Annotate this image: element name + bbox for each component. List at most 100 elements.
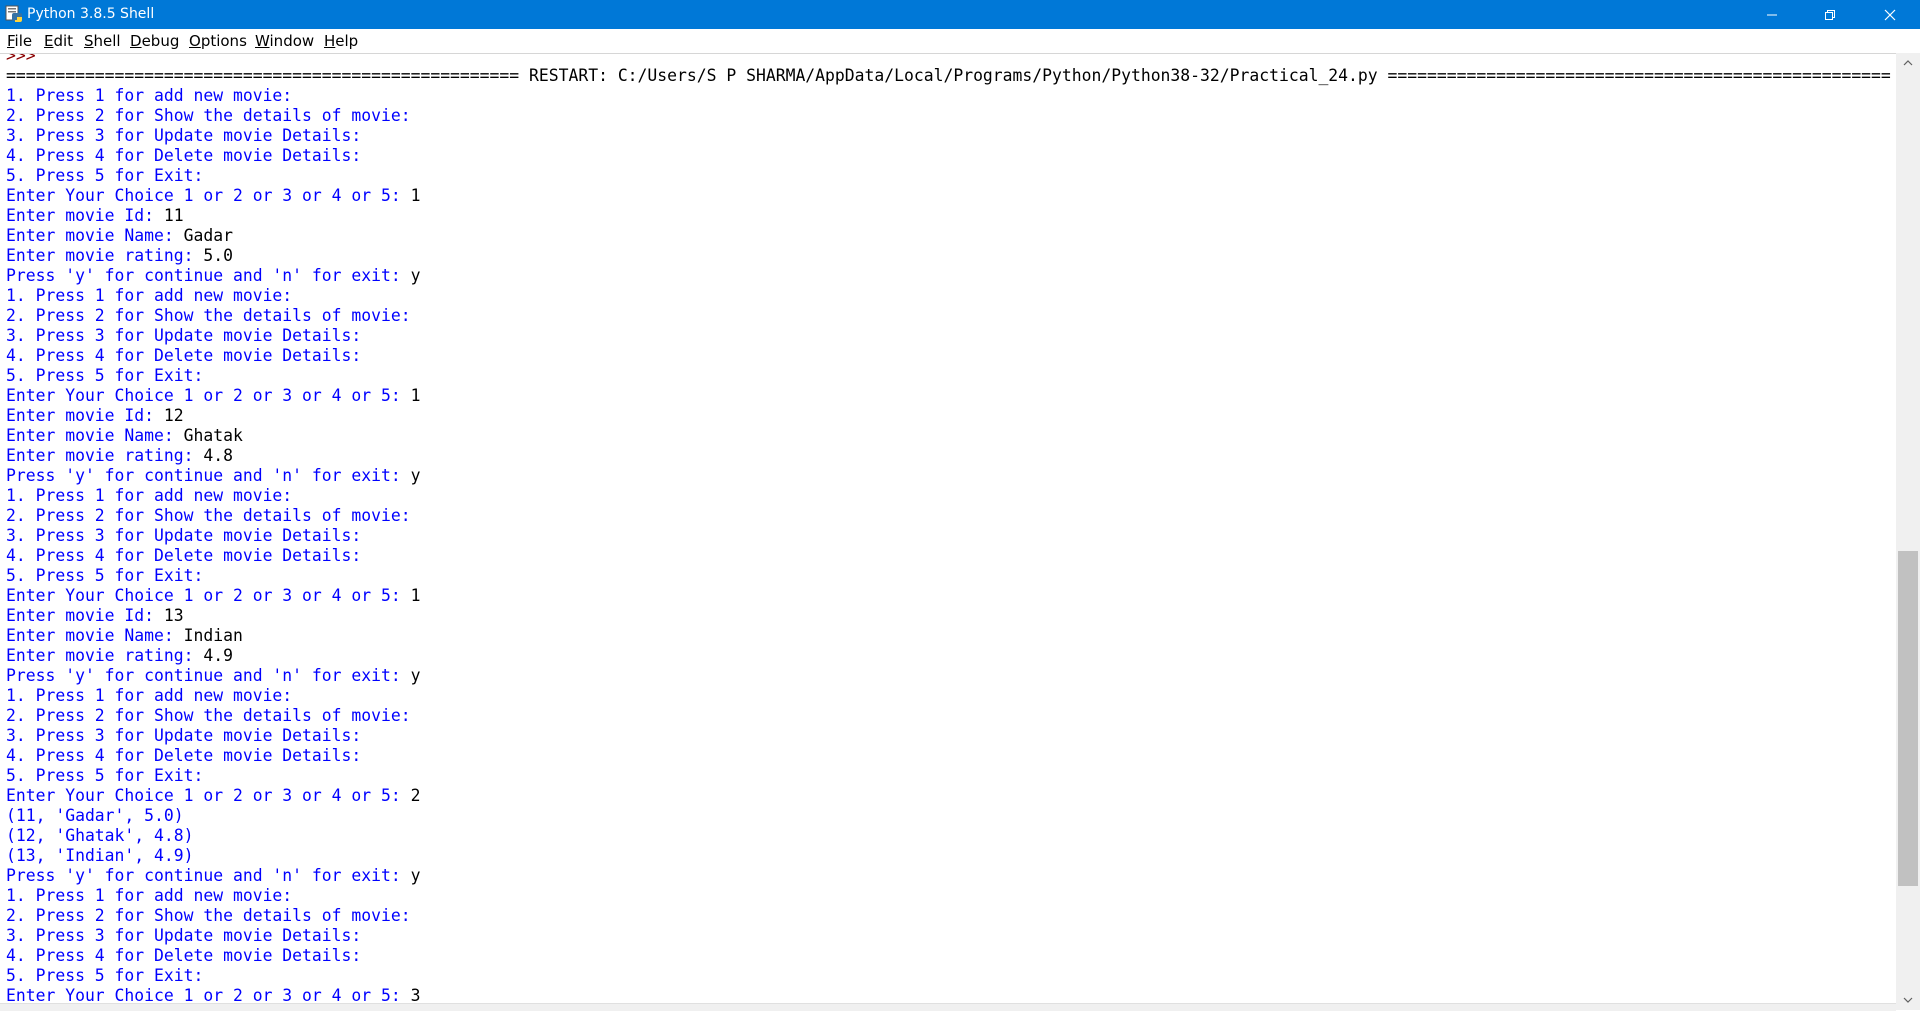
close-icon (1884, 9, 1895, 20)
shell-line: 5. Press 5 for Exit: (6, 366, 203, 386)
shell-line: Enter Your Choice 1 or 2 or 3 or 4 or 5:… (6, 586, 420, 606)
user-input-text: 5.0 (203, 246, 233, 265)
user-input-text: y (410, 266, 421, 285)
shell-line: 2. Press 2 for Show the details of movie… (6, 106, 411, 126)
output-text: 2. Press 2 for Show the details of movie… (6, 906, 411, 925)
output-text: 3. Press 3 for Update movie Details: (6, 526, 362, 545)
output-text: Enter Your Choice 1 or 2 or 3 or 4 or 5: (6, 186, 411, 205)
minimize-button[interactable] (1743, 0, 1801, 29)
vertical-scrollbar[interactable] (1896, 53, 1920, 1010)
output-text: 5. Press 5 for Exit: (6, 166, 204, 185)
user-input-text: 13 (163, 606, 184, 625)
output-text: Press 'y' for continue and 'n' for exit: (6, 666, 411, 685)
user-input-text: Gadar (183, 226, 233, 245)
close-button[interactable] (1859, 0, 1920, 29)
shell-output-area[interactable]: >>> ====================================… (0, 53, 1896, 1011)
menu-bar: File Edit Shell Debug Options Window Hel… (0, 29, 1920, 53)
output-text: 4. Press 4 for Delete movie Details: (6, 946, 362, 965)
shell-line: 2. Press 2 for Show the details of movie… (6, 706, 411, 726)
shell-line: 3. Press 3 for Update movie Details: (6, 726, 361, 746)
shell-line: 4. Press 4 for Delete movie Details: (6, 946, 361, 966)
python-icon (5, 5, 22, 22)
user-input-text: 2 (410, 786, 421, 805)
chevron-down-icon (1903, 997, 1913, 1003)
shell-line: (13, 'Indian', 4.9) (6, 846, 194, 866)
shell-line: 1. Press 1 for add new movie: (6, 286, 292, 306)
shell-line: Enter movie rating: 4.9 (6, 646, 233, 666)
scrollbar-thumb[interactable] (1898, 551, 1918, 886)
user-input-text: 12 (163, 406, 184, 425)
shell-line: 2. Press 2 for Show the details of movie… (6, 506, 411, 526)
shell-line: 3. Press 3 for Update movie Details: (6, 126, 361, 146)
user-input-text: 1 (410, 186, 421, 205)
menu-help[interactable]: Help (324, 33, 358, 50)
shell-line: Enter movie Id: 11 (6, 206, 184, 226)
menu-shell[interactable]: Shell (84, 33, 121, 50)
menu-debug[interactable]: Debug (130, 33, 179, 50)
shell-line: (11, 'Gadar', 5.0) (6, 806, 184, 826)
shell-line: 2. Press 2 for Show the details of movie… (6, 306, 411, 326)
shell-line: 1. Press 1 for add new movie: (6, 886, 292, 906)
menu-options[interactable]: Options (189, 33, 247, 50)
menu-file[interactable]: File (7, 33, 32, 50)
shell-line: Enter Your Choice 1 or 2 or 3 or 4 or 5:… (6, 186, 420, 206)
output-text: Enter movie Id: (6, 406, 164, 425)
scroll-down-button[interactable] (1896, 990, 1920, 1010)
shell-prompt: >>> (6, 53, 46, 65)
shell-line: 4. Press 4 for Delete movie Details: (6, 746, 361, 766)
shell-line: 3. Press 3 for Update movie Details: (6, 926, 361, 946)
user-input-text: 1 (410, 586, 421, 605)
shell-line: 4. Press 4 for Delete movie Details: (6, 546, 361, 566)
shell-line: Enter Your Choice 1 or 2 or 3 or 4 or 5:… (6, 786, 420, 806)
output-text: 1. Press 1 for add new movie: (6, 86, 293, 105)
scroll-up-button[interactable] (1896, 53, 1920, 73)
user-input-text: 1 (410, 386, 421, 405)
output-text: 1. Press 1 for add new movie: (6, 686, 293, 705)
output-text: 2. Press 2 for Show the details of movie… (6, 706, 411, 725)
shell-line: Enter movie Id: 13 (6, 606, 184, 626)
output-text: 2. Press 2 for Show the details of movie… (6, 106, 411, 125)
output-text: 1. Press 1 for add new movie: (6, 886, 293, 905)
output-text: 4. Press 4 for Delete movie Details: (6, 546, 362, 565)
output-text: (12, 'Ghatak', 4.8) (6, 826, 194, 845)
shell-line: Enter movie Name: Indian (6, 626, 243, 646)
output-text: Enter movie Id: (6, 206, 164, 225)
output-text: 4. Press 4 for Delete movie Details: (6, 346, 362, 365)
output-text: 1. Press 1 for add new movie: (6, 486, 293, 505)
shell-line: Enter movie Id: 12 (6, 406, 184, 426)
shell-line: 1. Press 1 for add new movie: (6, 486, 292, 506)
title-bar[interactable]: Python 3.8.5 Shell (0, 0, 1920, 29)
output-text: Enter movie Name: (6, 226, 184, 245)
output-text: 5. Press 5 for Exit: (6, 966, 204, 985)
output-text: Press 'y' for continue and 'n' for exit: (6, 266, 411, 285)
output-text: 1. Press 1 for add new movie: (6, 286, 293, 305)
user-input-text: 4.9 (203, 646, 233, 665)
shell-line: Press 'y' for continue and 'n' for exit:… (6, 666, 420, 686)
output-text: 3. Press 3 for Update movie Details: (6, 126, 362, 145)
shell-line: 5. Press 5 for Exit: (6, 166, 203, 186)
output-text: (11, 'Gadar', 5.0) (6, 806, 184, 825)
output-text: Enter movie Name: (6, 426, 184, 445)
user-input-text: y (410, 666, 421, 685)
shell-line: 4. Press 4 for Delete movie Details: (6, 146, 361, 166)
minimize-icon (1767, 14, 1777, 15)
user-input-text: 11 (163, 206, 184, 225)
output-text: Enter Your Choice 1 or 2 or 3 or 4 or 5: (6, 386, 411, 405)
shell-line: 5. Press 5 for Exit: (6, 766, 203, 786)
output-text: 3. Press 3 for Update movie Details: (6, 326, 362, 345)
menu-edit[interactable]: Edit (44, 33, 73, 50)
restore-icon (1825, 9, 1835, 20)
output-text: 3. Press 3 for Update movie Details: (6, 726, 362, 745)
user-input-text: Indian (183, 626, 243, 645)
chevron-up-icon (1903, 60, 1913, 66)
menu-window[interactable]: Window (255, 33, 314, 50)
shell-line: 1. Press 1 for add new movie: (6, 686, 292, 706)
shell-line: 4. Press 4 for Delete movie Details: (6, 346, 361, 366)
shell-line: Enter movie rating: 4.8 (6, 446, 233, 466)
output-text: 4. Press 4 for Delete movie Details: (6, 146, 362, 165)
shell-line: 5. Press 5 for Exit: (6, 566, 203, 586)
shell-line: (12, 'Ghatak', 4.8) (6, 826, 194, 846)
output-text: 3. Press 3 for Update movie Details: (6, 926, 362, 945)
shell-line: Press 'y' for continue and 'n' for exit:… (6, 866, 420, 886)
maximize-button[interactable] (1801, 0, 1859, 29)
